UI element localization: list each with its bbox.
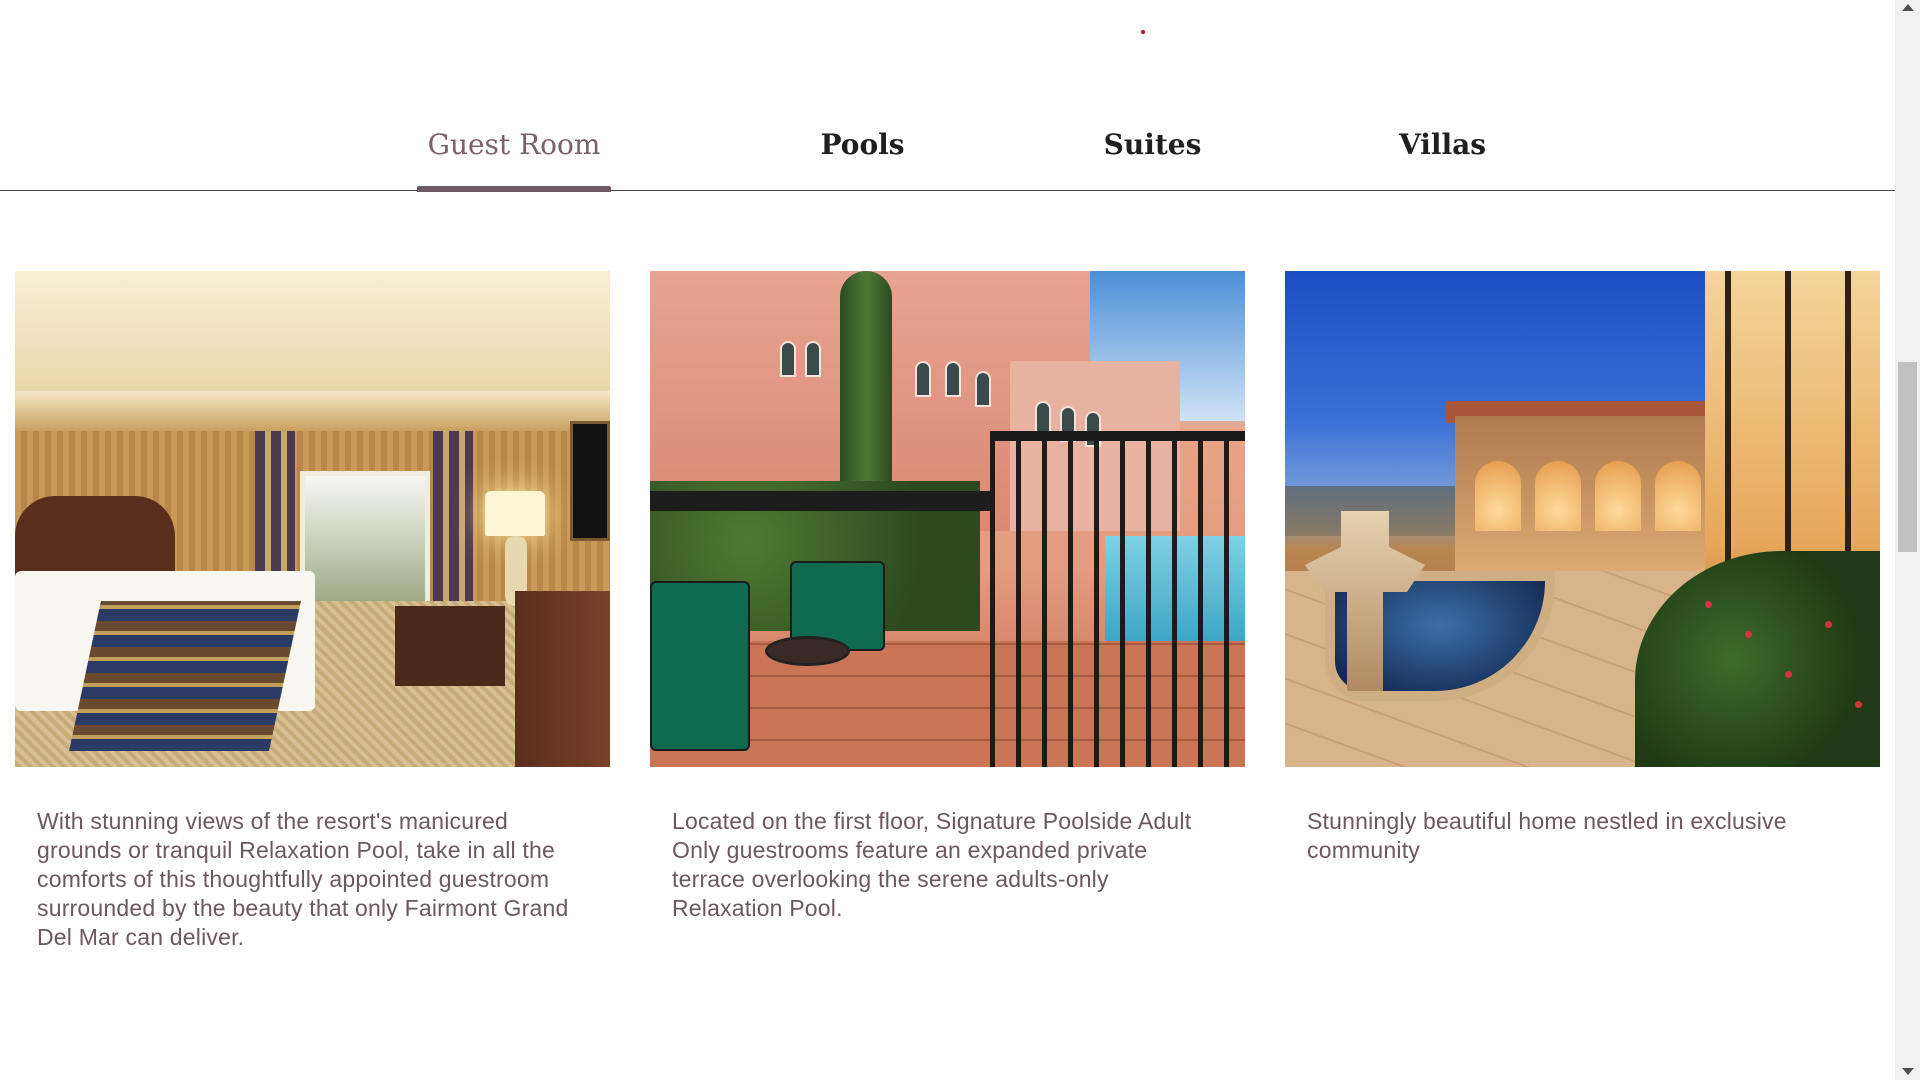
villa-photo[interactable] xyxy=(1285,271,1880,767)
scroll-down-arrow-icon[interactable] xyxy=(1902,1068,1914,1075)
tab-pools[interactable]: Pools xyxy=(780,124,945,191)
vertical-scrollbar[interactable] xyxy=(1895,0,1920,1080)
loading-dot xyxy=(1141,30,1145,34)
card-description: With stunning views of the resort's mani… xyxy=(37,808,569,950)
room-card-villa: Stunningly beautiful home nestled in exc… xyxy=(1285,271,1880,865)
guest-room-photo[interactable] xyxy=(15,271,610,767)
tab-suites[interactable]: Suites xyxy=(1070,124,1235,191)
room-card-poolside: Located on the first floor, Signature Po… xyxy=(650,271,1245,923)
tab-label: Pools xyxy=(820,128,905,161)
scroll-thumb[interactable] xyxy=(1898,362,1917,552)
tab-label: Suites xyxy=(1103,128,1202,161)
tab-guest-room[interactable]: Guest Room xyxy=(417,124,611,192)
room-type-tabs: Guest Room Pools Suites Villas xyxy=(0,118,1895,192)
tab-label: Guest Room xyxy=(427,128,601,161)
room-card-guest-room: With stunning views of the resort's mani… xyxy=(15,271,610,952)
card-description: Located on the first floor, Signature Po… xyxy=(672,808,1192,921)
card-description: Stunningly beautiful home nestled in exc… xyxy=(1307,808,1787,863)
page: Guest Room Pools Suites Villas With stun… xyxy=(0,0,1895,1080)
poolside-terrace-photo[interactable] xyxy=(650,271,1245,767)
scroll-up-arrow-icon[interactable] xyxy=(1902,4,1914,11)
tab-label: Villas xyxy=(1398,128,1487,161)
tab-villas[interactable]: Villas xyxy=(1360,124,1525,191)
